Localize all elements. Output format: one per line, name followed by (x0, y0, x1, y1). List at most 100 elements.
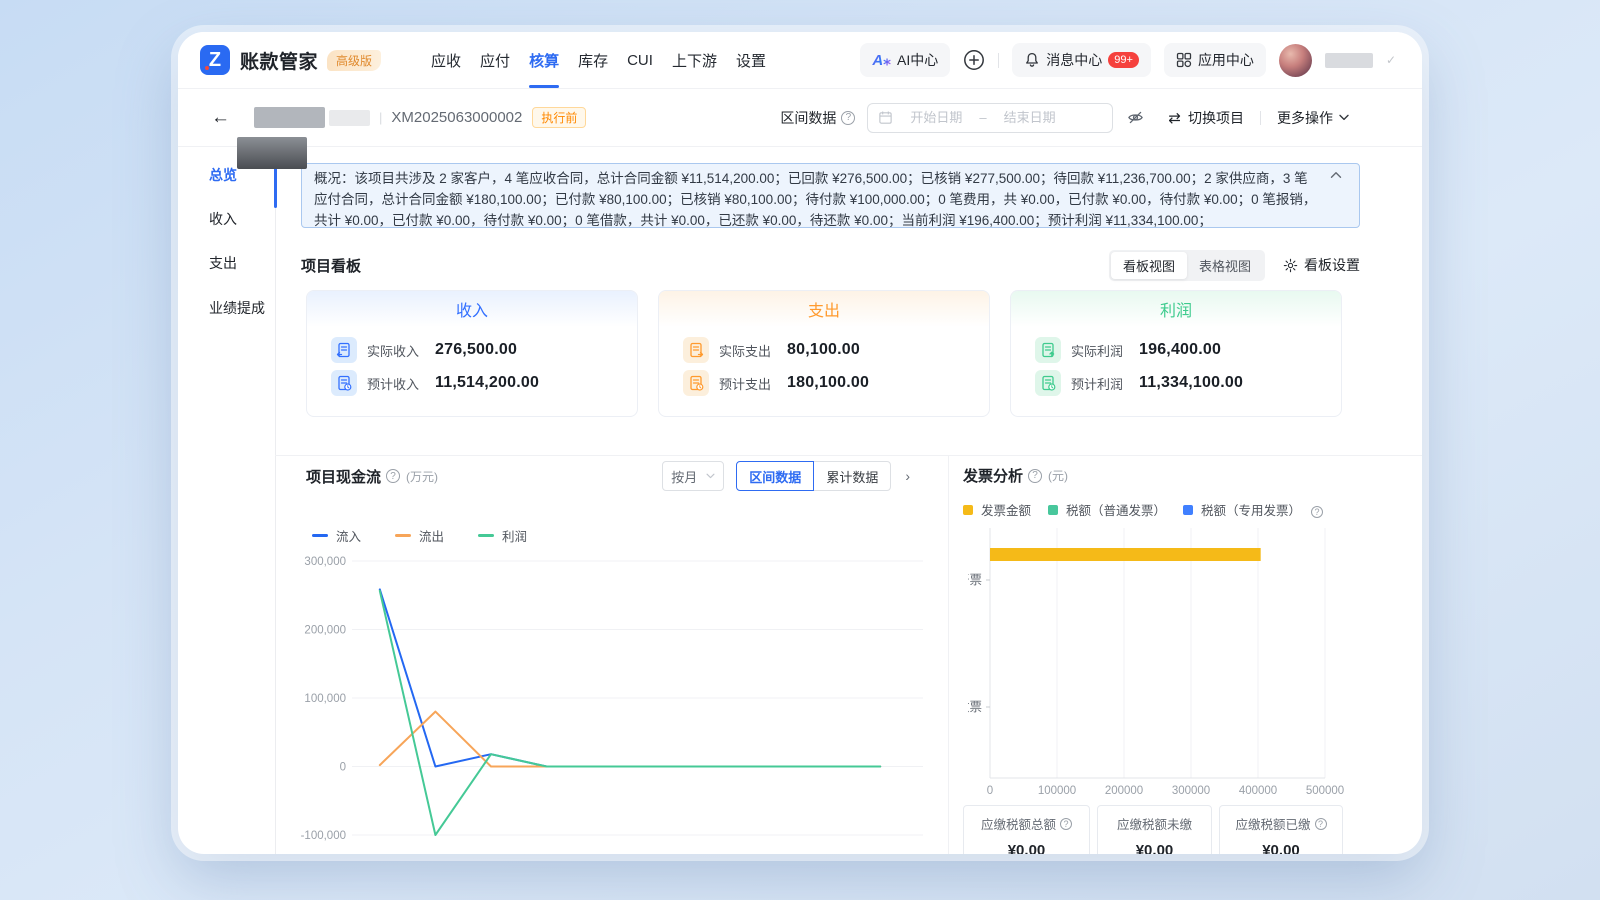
nav-item-receivable[interactable]: 应收 (431, 32, 461, 88)
project-summary-box: 概况：该项目共涉及 2 家客户，4 笔应收合同，总计合同金额 ¥11,514,2… (301, 163, 1360, 228)
expected-expense-label: 预计支出 (719, 374, 781, 393)
start-date-input[interactable] (899, 110, 973, 125)
expected-expense-value: 180,100.00 (787, 374, 869, 392)
profit-card-title: 利润 (1011, 291, 1341, 327)
svg-text:0: 0 (340, 762, 346, 774)
logo-letter: Z (209, 49, 221, 72)
message-center-button[interactable]: 消息中心 99+ (1012, 43, 1151, 77)
end-date-input[interactable] (993, 110, 1067, 125)
tax-total-value: ¥0.00 (964, 842, 1089, 854)
message-count-badge: 99+ (1108, 52, 1139, 68)
divider (998, 53, 999, 68)
svg-text:-100,000: -100,000 (301, 830, 346, 842)
summary-collapse-button[interactable] (1330, 171, 1342, 179)
actual-expense-row: 实际支出 80,100.00 (683, 337, 989, 363)
legend-tax-general[interactable]: 税额（普通发票） (1048, 500, 1166, 519)
table-view-tab[interactable]: 表格视图 (1187, 252, 1263, 279)
actual-income-label: 实际收入 (367, 341, 429, 360)
back-button[interactable]: ← (211, 107, 230, 129)
income-card-title: 收入 (307, 291, 637, 327)
board-view-tab[interactable]: 看板视图 (1111, 252, 1187, 279)
nav-item-payable[interactable]: 应付 (480, 32, 510, 88)
sidebar-item-income[interactable]: 收入 (209, 209, 237, 229)
invoice-legend: 发票金额 税额（普通发票） 税额（专用发票） (963, 500, 1342, 519)
chevron-right-icon[interactable]: › (905, 468, 910, 484)
eye-off-icon[interactable] (1127, 109, 1144, 126)
more-actions-button[interactable]: 更多操作 (1277, 108, 1349, 128)
nav-item-inventory[interactable]: 库存 (578, 32, 608, 88)
panel-divider (948, 455, 949, 854)
swap-icon: ⇄ (1168, 109, 1181, 127)
legend-tax-general-label: 税额（普通发票） (1066, 500, 1166, 519)
divider: | (379, 110, 382, 125)
user-avatar[interactable] (1279, 44, 1312, 77)
svg-text:100000: 100000 (1038, 785, 1076, 797)
tax-paid-box: 应缴税额已缴? ¥0.00 (1219, 805, 1343, 854)
more-actions-label: 更多操作 (1277, 108, 1333, 128)
nav-item-accounting[interactable]: 核算 (529, 32, 559, 88)
legend-invoice-amount[interactable]: 发票金额 (963, 500, 1031, 519)
main-nav: 应收 应付 核算 库存 CUI 上下游 设置 (431, 32, 766, 88)
view-toggle: 看板视图 表格视图 (1109, 250, 1265, 281)
plan-badge: 高级版 (327, 50, 381, 71)
cumulative-data-toggle[interactable]: 累计数据 (813, 461, 891, 491)
svg-text:开票: 开票 (968, 573, 982, 587)
expected-income-label: 预计收入 (367, 374, 429, 393)
ai-center-label: AI中心 (897, 50, 938, 70)
board-settings-button[interactable]: 看板设置 (1283, 255, 1360, 275)
expected-income-value: 11,514,200.00 (435, 374, 539, 392)
app-center-button[interactable]: 应用中心 (1164, 43, 1266, 77)
tax-unpaid-label: 应缴税额未缴 (1117, 814, 1192, 833)
nav-item-cui[interactable]: CUI (627, 32, 653, 88)
ai-center-button[interactable]: A⁎ AI中心 (860, 43, 950, 77)
invoice-amount-swatch (963, 505, 973, 515)
expected-income-row: 预计收入 11,514,200.00 (331, 370, 637, 396)
tax-total-box: 应缴税额总额? ¥0.00 (963, 805, 1090, 854)
svg-text:300000: 300000 (1172, 785, 1210, 797)
invoice-title: 发票分析 (963, 465, 1023, 486)
switch-project-button[interactable]: ⇄ 切换项目 (1168, 108, 1244, 128)
app-title: 账款管家 (240, 47, 318, 74)
sidebar-divider (275, 147, 276, 854)
calendar-icon (878, 110, 893, 125)
interval-data-toggle[interactable]: 区间数据 (736, 461, 814, 491)
app-logo-icon[interactable]: Z (200, 45, 230, 75)
help-icon[interactable]: ? (1311, 506, 1323, 518)
document-clock-icon (331, 370, 357, 396)
sidebar-item-commission[interactable]: 业绩提成 (209, 298, 265, 318)
expected-profit-value: 11,334,100.00 (1139, 374, 1243, 392)
nav-item-supplychain[interactable]: 上下游 (672, 32, 717, 88)
document-arrow-icon (1035, 337, 1061, 363)
actual-profit-row: 实际利润 196,400.00 (1035, 337, 1341, 363)
invoice-chart: 0100000200000300000400000500000开票收票 (968, 522, 1348, 802)
legend-tax-special[interactable]: 税额（专用发票） (1183, 500, 1301, 519)
date-range-picker[interactable]: – (867, 103, 1113, 133)
period-select[interactable]: 按月 (662, 461, 724, 491)
help-icon[interactable]: ? (841, 111, 855, 125)
plus-circle-icon[interactable] (963, 49, 985, 71)
expense-card-title: 支出 (659, 291, 989, 327)
document-arrow-icon (331, 337, 357, 363)
help-icon[interactable]: ? (1028, 469, 1042, 483)
invoice-unit: (元) (1048, 467, 1068, 484)
tax-general-swatch (1048, 505, 1058, 515)
app-center-label: 应用中心 (1198, 50, 1254, 70)
help-icon[interactable]: ? (386, 469, 400, 483)
help-icon[interactable]: ? (1315, 818, 1327, 830)
svg-text:0: 0 (987, 785, 993, 797)
divider (1260, 111, 1261, 125)
chevron-down-icon (1339, 114, 1349, 121)
expected-profit-row: 预计利润 11,334,100.00 (1035, 370, 1341, 396)
chevron-down-icon (706, 473, 715, 479)
nav-item-settings[interactable]: 设置 (736, 32, 766, 88)
help-icon[interactable]: ? (1060, 818, 1072, 830)
tax-total-label: 应缴税额总额 (981, 814, 1056, 833)
range-data-label: 区间数据 (780, 108, 836, 128)
redacted-project-name (254, 107, 325, 128)
actual-income-value: 276,500.00 (435, 341, 517, 359)
sidebar-item-overview[interactable]: 总览 (209, 165, 237, 185)
top-navbar: Z 账款管家 高级版 应收 应付 核算 库存 CUI 上下游 设置 A⁎ AI中… (178, 32, 1422, 89)
sidebar-item-expense[interactable]: 支出 (209, 253, 237, 273)
invoice-header: 发票分析 ? (元) (963, 465, 1068, 486)
project-header: ← | XM2025063000002 执行前 区间数据 ? – ⇄ 切换项目 (178, 89, 1422, 147)
